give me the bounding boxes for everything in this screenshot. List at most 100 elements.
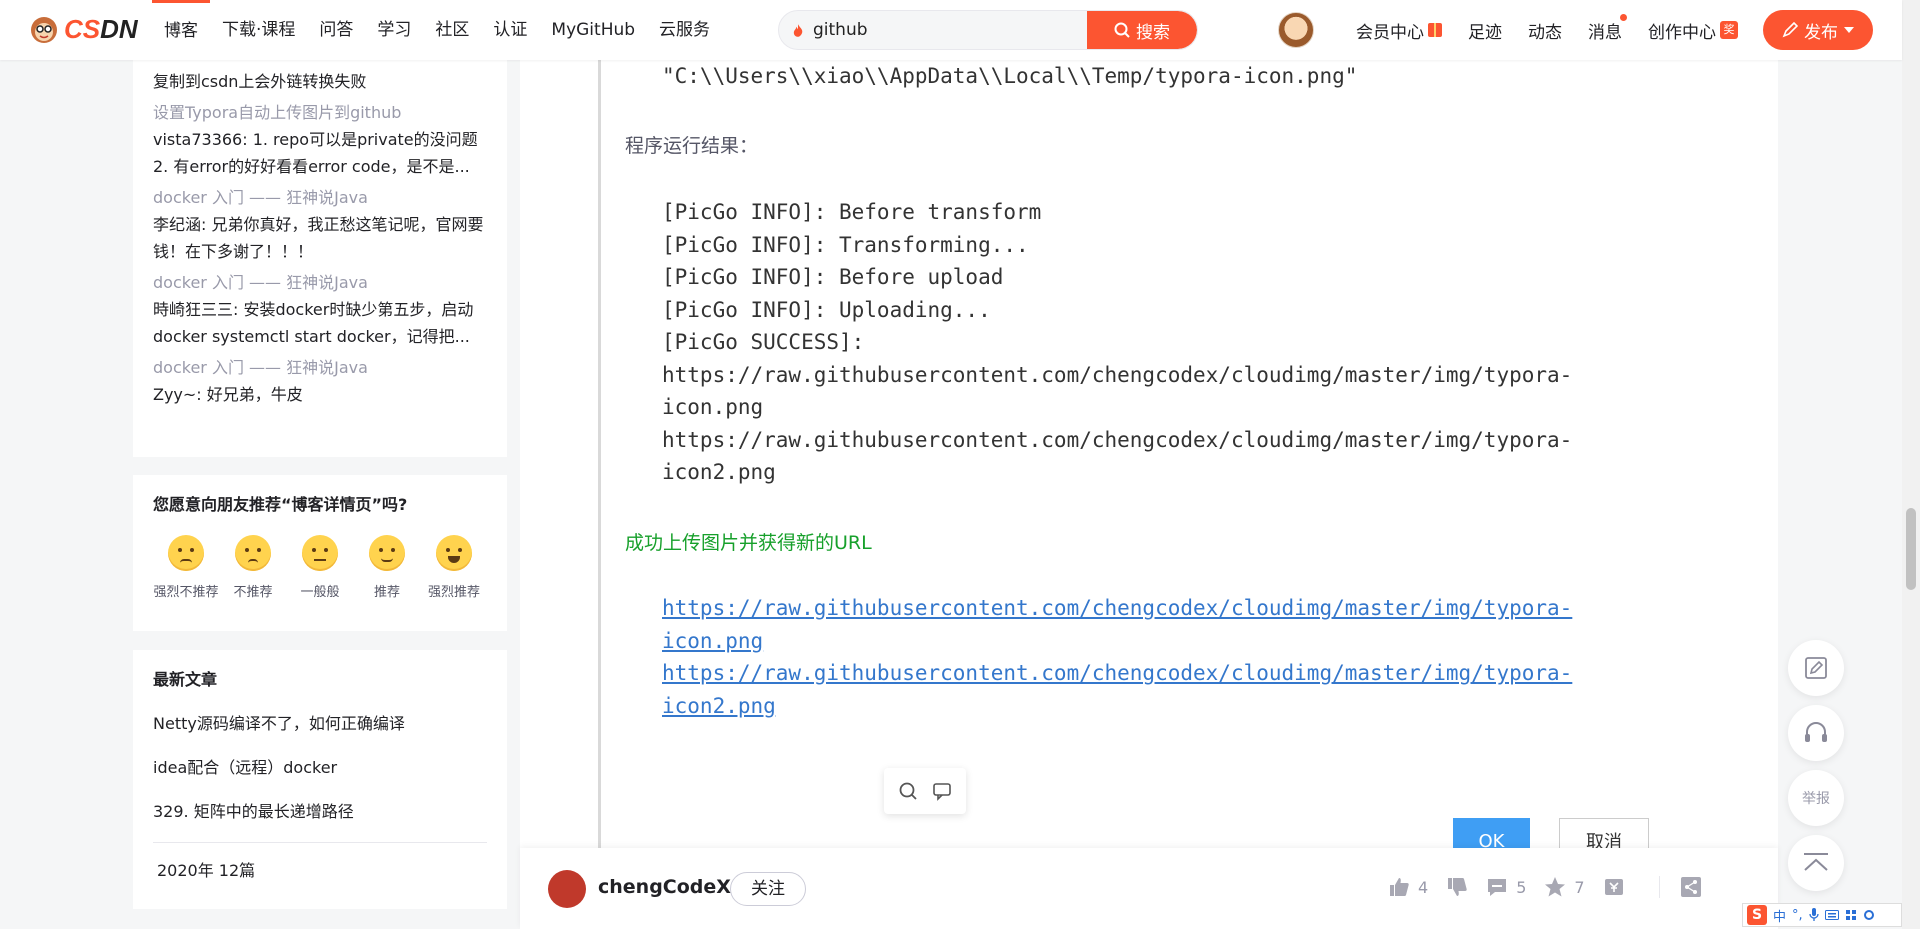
comment-body: Zyy~: 好兄弟，牛皮 xyxy=(153,385,303,404)
author-avatar[interactable] xyxy=(548,870,586,908)
csdn-logo[interactable]: CSDN xyxy=(28,14,138,45)
scroll-thumb[interactable] xyxy=(1906,508,1916,590)
vip-center-label: 会员中心 xyxy=(1356,22,1424,43)
keyboard-icon[interactable] xyxy=(1824,910,1839,920)
latest-article-link[interactable]: idea配合（远程）docker xyxy=(153,746,487,790)
search-icon xyxy=(1114,22,1130,38)
nav-download-course[interactable]: 下载·课程 xyxy=(210,0,307,60)
user-avatar[interactable] xyxy=(1278,12,1314,48)
author-name[interactable]: chengCodeX xyxy=(598,876,731,898)
creator-center-link[interactable]: 创作中心奖 xyxy=(1648,18,1738,43)
grin-face-icon xyxy=(436,535,472,571)
report-button[interactable]: 举报 xyxy=(1788,770,1844,826)
log-line: [PicGo INFO]: Before transform xyxy=(662,200,1042,224)
comment-article-title[interactable]: docker 入门 —— 狂神说Java xyxy=(153,354,487,381)
image-url-link[interactable]: https://raw.githubusercontent.com/chengc… xyxy=(662,657,1572,690)
comment-article-title[interactable]: docker 入门 —— 狂神说Java xyxy=(153,184,487,211)
smile-face-icon xyxy=(369,535,405,571)
option-recommend[interactable]: 推荐 xyxy=(354,535,420,600)
recommend-survey-card: 您愿意向朋友推荐“博客详情页”吗? 强烈不推荐 不推荐 一般般 推荐 强烈推荐 xyxy=(133,475,507,631)
comment-item[interactable]: docker 入门 —— 狂神说Java 李纪涵: 兄弟你真好，我正愁这笔记呢，… xyxy=(153,184,487,265)
dislike-button[interactable] xyxy=(1446,876,1468,898)
arrow-up-icon xyxy=(1804,853,1828,871)
ime-lang[interactable]: 中 xyxy=(1773,906,1786,925)
nav-qa[interactable]: 问答 xyxy=(307,0,365,60)
ime-toolbar: S 中 °, xyxy=(1742,903,1902,927)
comment-item[interactable]: 复制到csdn上会外链转换失败 xyxy=(153,68,487,95)
footprint-link[interactable]: 足迹 xyxy=(1468,18,1502,43)
comment-body: 李纪涵: 兄弟你真好，我正愁这笔记呢，官网要钱！在下多谢了！！！ xyxy=(153,215,484,261)
comment-item[interactable]: docker 入门 —— 狂神说Java 時崎狂三三: 安装docker时缺少第… xyxy=(153,269,487,350)
archive-link[interactable]: 2020年 12篇 xyxy=(153,857,487,881)
nav-mygithub[interactable]: MyGitHub xyxy=(539,0,647,60)
option-neutral[interactable]: 一般般 xyxy=(287,535,353,600)
comment-icon[interactable] xyxy=(932,781,952,801)
result-label: 程序运行结果： xyxy=(625,135,759,157)
neutral-face-icon xyxy=(302,535,338,571)
dynamic-link[interactable]: 动态 xyxy=(1528,18,1562,43)
frown-face-icon xyxy=(235,535,271,571)
search-button[interactable]: 搜索 xyxy=(1087,11,1197,49)
sogou-ime-icon[interactable]: S xyxy=(1747,905,1767,925)
option-not-recommend[interactable]: 不推荐 xyxy=(220,535,286,600)
messages-label: 消息 xyxy=(1588,22,1622,43)
reward-button[interactable] xyxy=(1603,876,1625,898)
gift-icon xyxy=(1428,23,1442,37)
write-button[interactable] xyxy=(1788,640,1844,696)
log-line: icon.png xyxy=(662,395,764,419)
latest-article-link[interactable]: Netty源码编译不了，如何正确编译 xyxy=(153,702,487,746)
nav-cloud[interactable]: 云服务 xyxy=(647,0,722,60)
favorite-count: 7 xyxy=(1574,877,1585,897)
image-url-link[interactable]: icon2.png xyxy=(662,690,776,723)
nav-community[interactable]: 社区 xyxy=(423,0,481,60)
page-scrollbar[interactable] xyxy=(1902,0,1920,929)
comment-body: 复制到csdn上会外链转换失败 xyxy=(153,72,367,91)
messages-link[interactable]: 消息 xyxy=(1588,13,1627,43)
share-icon xyxy=(1680,877,1701,897)
comment-button[interactable]: 5 xyxy=(1486,876,1526,898)
comment-article-title[interactable]: docker 入门 —— 狂神说Java xyxy=(153,269,487,296)
report-label: 举报 xyxy=(1802,791,1830,807)
latest-article-link[interactable]: 329. 矩阵中的最长递增路径 xyxy=(153,790,487,834)
punctuation-icon[interactable]: °, xyxy=(1792,908,1803,923)
publish-button[interactable]: 发布 xyxy=(1763,10,1873,50)
pen-icon xyxy=(1782,22,1798,38)
search-box: 搜索 xyxy=(778,10,1198,50)
nav-learn[interactable]: 学习 xyxy=(365,0,423,60)
nav-certification[interactable]: 认证 xyxy=(481,0,539,60)
nav-blog[interactable]: 博客 xyxy=(152,0,210,60)
back-to-top-button[interactable] xyxy=(1788,835,1844,891)
search-input[interactable] xyxy=(803,11,1087,49)
cancel-button[interactable]: 取消 xyxy=(1559,818,1649,850)
favorite-button[interactable]: 7 xyxy=(1544,876,1585,898)
ok-button[interactable]: OK xyxy=(1453,818,1530,850)
log-line: [PicGo INFO]: Transforming... xyxy=(662,232,1029,257)
monkey-logo-icon xyxy=(31,16,57,43)
like-count: 4 xyxy=(1418,877,1429,897)
vip-center-link[interactable]: 会员中心 xyxy=(1356,18,1442,43)
microphone-icon[interactable] xyxy=(1809,908,1819,922)
option-strongly-not-recommend[interactable]: 强烈不推荐 xyxy=(153,535,219,600)
comment-article-title[interactable]: 设置Typora自动上传图片到github xyxy=(153,99,487,126)
headset-icon xyxy=(1805,722,1827,742)
image-url-link[interactable]: https://raw.githubusercontent.com/chengc… xyxy=(662,592,1572,625)
log-line: [PicGo INFO]: Before upload xyxy=(662,265,1004,289)
log-line: [PicGo SUCCESS]: xyxy=(662,330,865,354)
settings-icon[interactable] xyxy=(1863,909,1875,921)
blockquote-rule xyxy=(598,44,601,850)
option-strongly-recommend[interactable]: 强烈推荐 xyxy=(421,535,487,600)
comment-body: 時崎狂三三: 安装docker时缺少第五步，启动docker systemctl… xyxy=(153,300,474,346)
comment-item[interactable]: 设置Typora自动上传图片到github vista73366: 1. rep… xyxy=(153,99,487,180)
skin-icon[interactable] xyxy=(1845,909,1857,921)
search-icon[interactable] xyxy=(898,781,918,801)
follow-button[interactable]: 关注 xyxy=(730,872,806,906)
selection-toolbar xyxy=(884,768,966,814)
comment-item[interactable]: docker 入门 —— 狂神说Java Zyy~: 好兄弟，牛皮 xyxy=(153,354,487,408)
image-url-link[interactable]: icon.png xyxy=(662,625,763,658)
option-label: 一般般 xyxy=(300,585,340,600)
like-button[interactable]: 4 xyxy=(1388,876,1428,898)
unread-dot xyxy=(1620,13,1627,21)
share-button[interactable] xyxy=(1658,876,1702,898)
customer-service-button[interactable] xyxy=(1788,705,1844,761)
top-navbar: CSDN 博客 下载·课程 问答 学习 社区 认证 MyGitHub 云服务 搜… xyxy=(0,0,1902,60)
